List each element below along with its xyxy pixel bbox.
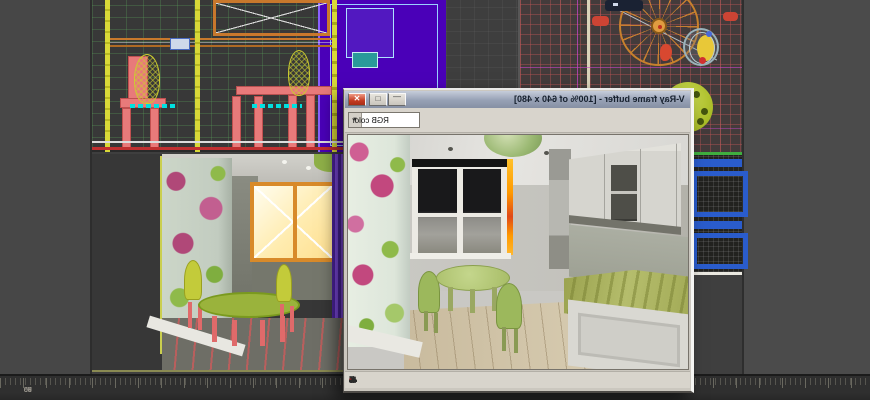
- vp-chair: [276, 264, 292, 302]
- vfb-toolbar: ◔ ◧ ◪ ▤ ◑ # ○ ✕ ◄ □ ▣ ▼ RGB color: [345, 108, 690, 133]
- vfb-title: V-Ray frame buffer - [100% of 640 x 480]: [514, 94, 685, 104]
- window-wireframe: [213, 0, 330, 36]
- maximize-button[interactable]: □: [369, 93, 387, 106]
- object-label: [130, 104, 176, 108]
- empty-viewport-area-right: [742, 0, 870, 374]
- render-cabinet-column: [549, 149, 571, 269]
- stud-line: [105, 0, 110, 152]
- spot-object: [723, 12, 738, 21]
- render-wallpaper-wall: [348, 135, 410, 347]
- viewport-camera-shaded[interactable]: [92, 154, 346, 372]
- spot-object: [592, 16, 609, 26]
- render-window: [412, 159, 507, 255]
- rendered-image[interactable]: [347, 134, 689, 370]
- channel-dropdown[interactable]: ▼ RGB color: [348, 112, 420, 128]
- minimize-button[interactable]: —: [388, 93, 406, 106]
- empty-viewport-area-left: [0, 0, 92, 374]
- vray-frame-buffer-window[interactable]: V-Ray frame buffer - [100% of 640 x 480]…: [343, 88, 694, 393]
- render-chair: [496, 283, 522, 329]
- channel-dropdown-value: RGB color: [349, 116, 389, 125]
- vfb-titlebar[interactable]: V-Ray frame buffer - [100% of 640 x 480]…: [345, 91, 690, 108]
- helper-gizmo: [170, 38, 190, 50]
- plant-wireframe: [288, 50, 310, 96]
- sill-wireframe: [108, 38, 332, 47]
- 3dsmax-workspace: 90 85 80 75 70 65 60 55 50 V-Ray frame b…: [0, 0, 870, 400]
- stud-line: [195, 0, 200, 152]
- vp-window-selected: [250, 182, 336, 262]
- object-label: [252, 104, 302, 108]
- frame-label: 50: [24, 387, 32, 394]
- table-wireframe: [236, 86, 332, 95]
- dark-object: [605, 0, 643, 11]
- toy-wireframe: [683, 28, 719, 66]
- vfb-bottom-toolbar: » ▪ H H ▥ ▤ O ◆ ▦ ! ↕ ▪ ▬: [345, 371, 690, 388]
- cabinet-wireframe-strip: [688, 152, 742, 275]
- close-button[interactable]: ✕: [348, 93, 366, 106]
- plant-wireframe: [134, 54, 160, 104]
- render-bed: [564, 263, 689, 370]
- vp-chair: [184, 260, 202, 300]
- expand-icon[interactable]: ▬: [349, 375, 357, 385]
